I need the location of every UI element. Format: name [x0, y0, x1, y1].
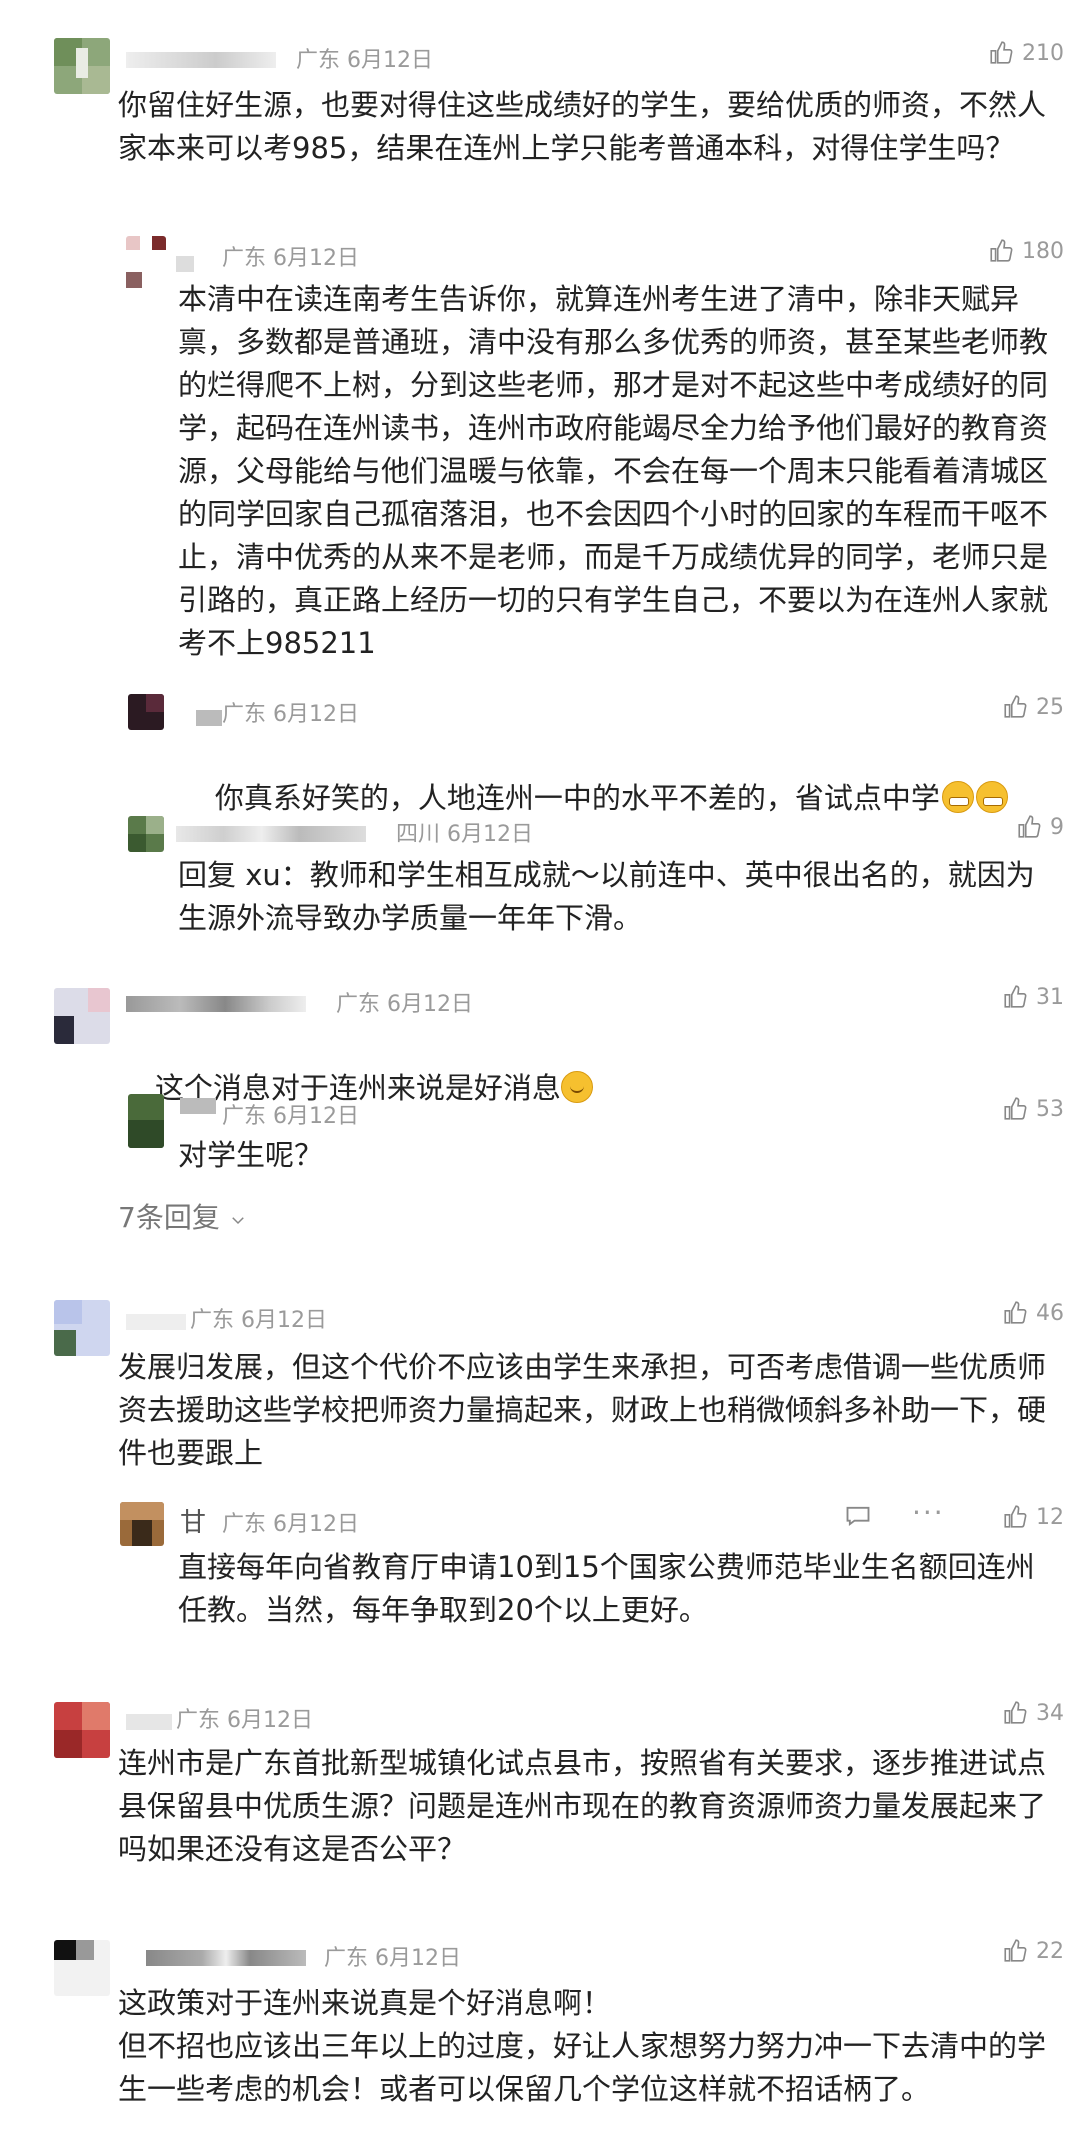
username[interactable] [126, 1714, 172, 1730]
grin-emoji-icon [975, 781, 1008, 813]
like-button[interactable]: 34 [1002, 1700, 1064, 1726]
comment-meta: 广东 6月12日 [324, 1946, 462, 1971]
comment-text: 连州市是广东首批新型城镇化试点县市，按照省有关要求，逐步推进试点县保留县中优质生… [118, 1746, 1047, 1866]
thumbs-up-icon [1004, 695, 1027, 718]
ellipsis-icon: ··· [912, 1496, 945, 1529]
comment-meta: 广东 6月12日 [176, 1708, 314, 1733]
comment-text: 本清中在读连南考生告诉你，就算连州考生进了清中，除非天赋异禀，多数都是普通班，清… [178, 282, 1049, 660]
avatar[interactable] [54, 1702, 110, 1758]
avatar[interactable] [128, 1094, 164, 1148]
comment-text: 你真系好笑的，人地连州一中的水平不差的，省试点中学 [178, 734, 1048, 863]
avatar[interactable] [128, 816, 164, 852]
thumbs-up-icon [1004, 985, 1027, 1008]
thumbs-up-icon [1004, 1505, 1027, 1528]
username[interactable]: 甘 [180, 1502, 206, 1539]
comment-meta: 广东 6月12日 [336, 992, 474, 1017]
grin-emoji-icon [941, 781, 974, 813]
avatar[interactable] [54, 988, 110, 1044]
thumbs-up-icon [990, 41, 1013, 64]
thumbs-up-icon [990, 239, 1013, 262]
like-button[interactable]: 53 [1002, 1096, 1064, 1122]
comment-text: 直接每年向省教育厅申请10到15个国家公费师范毕业生名额回连州任教。当然，每年争… [178, 1550, 1035, 1627]
like-button[interactable]: 180 [988, 238, 1064, 264]
comment-meta: 广东 6月12日 [222, 246, 360, 271]
username[interactable] [196, 710, 222, 726]
like-button[interactable]: 25 [1002, 694, 1064, 720]
comment-text: 对学生呢？ [178, 1138, 324, 1172]
username[interactable] [176, 826, 366, 842]
avatar[interactable] [128, 694, 164, 730]
comment-text: 你留住好生源，也要对得住这些成绩好的学生，要给优质的师资，不然人家本来可以考98… [118, 88, 1047, 165]
username[interactable] [126, 1314, 186, 1330]
comment-meta: 广东 6月12日 [190, 1308, 328, 1333]
comment-icon [846, 1506, 870, 1527]
avatar[interactable] [54, 1940, 110, 1996]
comment-text: 回复 xu：教师和学生相互成就～以前连中、英中很出名的，就因为生源外流导致办学质… [178, 858, 1035, 935]
username[interactable] [126, 52, 276, 68]
more-options-button[interactable]: ··· [912, 1496, 945, 1529]
thumbs-up-icon [1004, 1097, 1027, 1120]
comment-meta: 广东 6月12日 [222, 1104, 360, 1129]
thumbs-up-icon [1004, 1939, 1027, 1962]
comment-meta: 四川 6月12日 [396, 822, 534, 847]
like-button[interactable]: 22 [1002, 1938, 1064, 1964]
avatar[interactable] [120, 1502, 164, 1546]
avatar[interactable] [126, 236, 166, 292]
chevron-down-icon [231, 1217, 244, 1225]
avatar[interactable] [54, 1300, 110, 1356]
comment-meta: 广东 6月12日 [296, 48, 434, 73]
comment-meta: 广东 6月12日 [222, 702, 360, 727]
like-button[interactable]: 9 [1016, 814, 1064, 840]
like-button[interactable]: 12 [1002, 1504, 1064, 1530]
more-replies-link[interactable]: 7条回复 [118, 1196, 247, 1236]
comment-text: 发展归发展，但这个代价不应该由学生来承担，可否考虑借调一些优质师资去援助这些学校… [118, 1350, 1047, 1470]
thumbs-up-icon [1018, 815, 1041, 838]
reply-button[interactable] [844, 1502, 872, 1537]
avatar[interactable] [54, 38, 110, 94]
like-button[interactable]: 31 [1002, 984, 1064, 1010]
thumbs-up-icon [1004, 1701, 1027, 1724]
username[interactable] [176, 256, 194, 272]
comment-text: 这政策对于连州来说真是个好消息啊！ 但不招也应该出三年以上的过度，好让人家想努力… [118, 1986, 1047, 2106]
username[interactable] [126, 996, 306, 1012]
smile-emoji-icon [560, 1071, 593, 1103]
like-button[interactable]: 46 [1002, 1300, 1064, 1326]
like-button[interactable]: 210 [988, 40, 1064, 66]
username[interactable] [146, 1950, 306, 1966]
comment-meta: 广东 6月12日 [222, 1512, 360, 1537]
thumbs-up-icon [1004, 1301, 1027, 1324]
username[interactable] [180, 1098, 216, 1114]
